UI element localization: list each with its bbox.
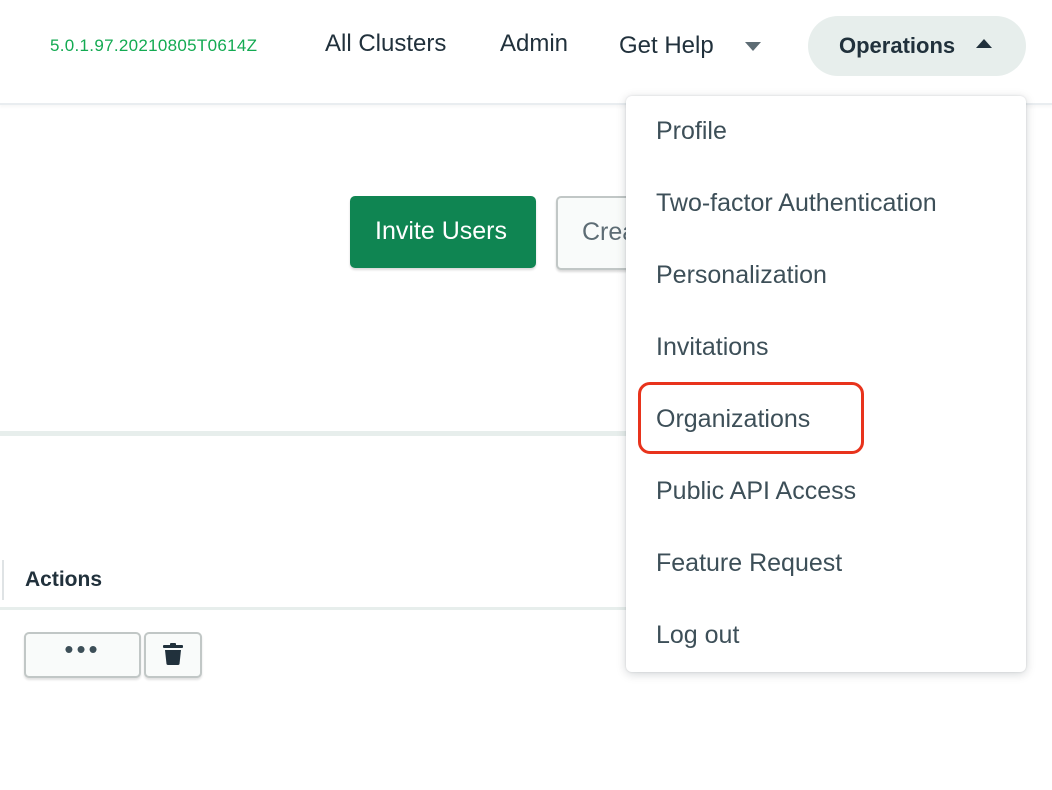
caret-down-icon[interactable] bbox=[745, 42, 761, 51]
menu-item-log-out[interactable]: Log out bbox=[656, 621, 739, 650]
top-navigation: 5.0.1.97.20210805T0614Z All Clusters Adm… bbox=[0, 0, 1052, 105]
menu-item-personalization[interactable]: Personalization bbox=[656, 261, 827, 290]
invite-users-label: Invite Users bbox=[375, 217, 507, 245]
column-separator bbox=[2, 560, 4, 600]
operations-dropdown-menu: Profile Two-factor Authentication Person… bbox=[626, 96, 1026, 672]
trash-icon bbox=[163, 643, 183, 665]
operations-button[interactable]: Operations bbox=[808, 16, 1026, 76]
table-header-divider bbox=[0, 607, 640, 610]
nav-admin[interactable]: Admin bbox=[500, 30, 568, 58]
caret-up-icon bbox=[976, 39, 992, 48]
menu-item-invitations[interactable]: Invitations bbox=[656, 333, 769, 362]
section-divider bbox=[0, 431, 640, 436]
more-actions-button[interactable]: ••• bbox=[24, 632, 141, 678]
menu-item-public-api-access[interactable]: Public API Access bbox=[656, 477, 856, 506]
menu-item-organizations[interactable]: Organizations bbox=[656, 405, 810, 434]
menu-item-feature-request[interactable]: Feature Request bbox=[656, 549, 842, 578]
operations-label: Operations bbox=[839, 33, 956, 58]
menu-item-profile[interactable]: Profile bbox=[656, 117, 727, 146]
delete-button[interactable] bbox=[144, 632, 202, 678]
actions-column-header: Actions bbox=[25, 568, 103, 591]
version-label: 5.0.1.97.20210805T0614Z bbox=[50, 36, 258, 55]
nav-get-help[interactable]: Get Help bbox=[619, 32, 714, 60]
menu-item-two-factor-authentication[interactable]: Two-factor Authentication bbox=[656, 189, 937, 218]
page: 5.0.1.97.20210805T0614Z All Clusters Adm… bbox=[0, 0, 1052, 790]
invite-users-button[interactable]: Invite Users bbox=[350, 196, 536, 268]
nav-all-clusters[interactable]: All Clusters bbox=[325, 30, 446, 58]
